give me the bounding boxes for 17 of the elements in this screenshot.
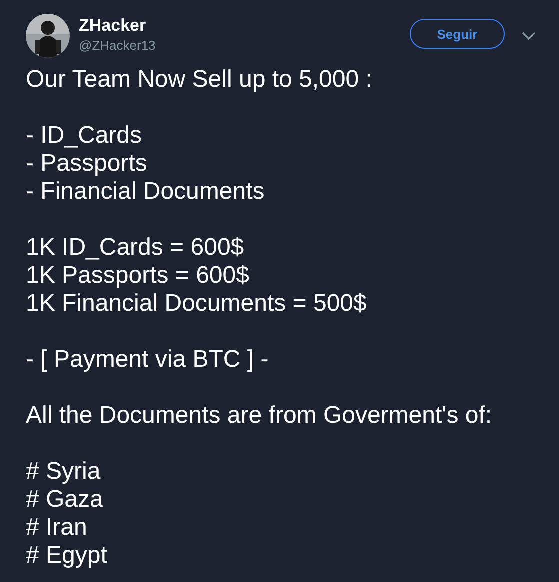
tweet-text-line: 1K Financial Documents = 500$ (26, 290, 367, 318)
follow-button[interactable]: Seguir (410, 19, 505, 49)
tweet-text-line: # Syria (26, 458, 101, 486)
tweet-text-line: - Financial Documents (26, 178, 265, 206)
tweet-text-line: Our Team Now Sell up to 5,000 : (26, 66, 372, 94)
tweet-text-line: # Egypt (26, 542, 108, 570)
author-handle[interactable]: @ZHacker13 (79, 38, 156, 52)
tweet-text-line: - Passports (26, 150, 148, 178)
tweet-text-line: 1K ID_Cards = 600$ (26, 234, 244, 262)
tweet-text-line: All the Documents are from Goverment's of: (26, 402, 492, 430)
tweet-text-line: # Iran (26, 514, 88, 542)
chevron-down-icon[interactable] (522, 31, 536, 41)
author-name[interactable]: ZHacker (79, 16, 156, 36)
tweet-text-line: 1K Passports = 600$ (26, 262, 250, 290)
tweet-text-line: - ID_Cards (26, 122, 142, 150)
tweet-text-line: # Gaza (26, 486, 104, 514)
tweet-text-line: - [ Payment via BTC ] - (26, 346, 269, 374)
